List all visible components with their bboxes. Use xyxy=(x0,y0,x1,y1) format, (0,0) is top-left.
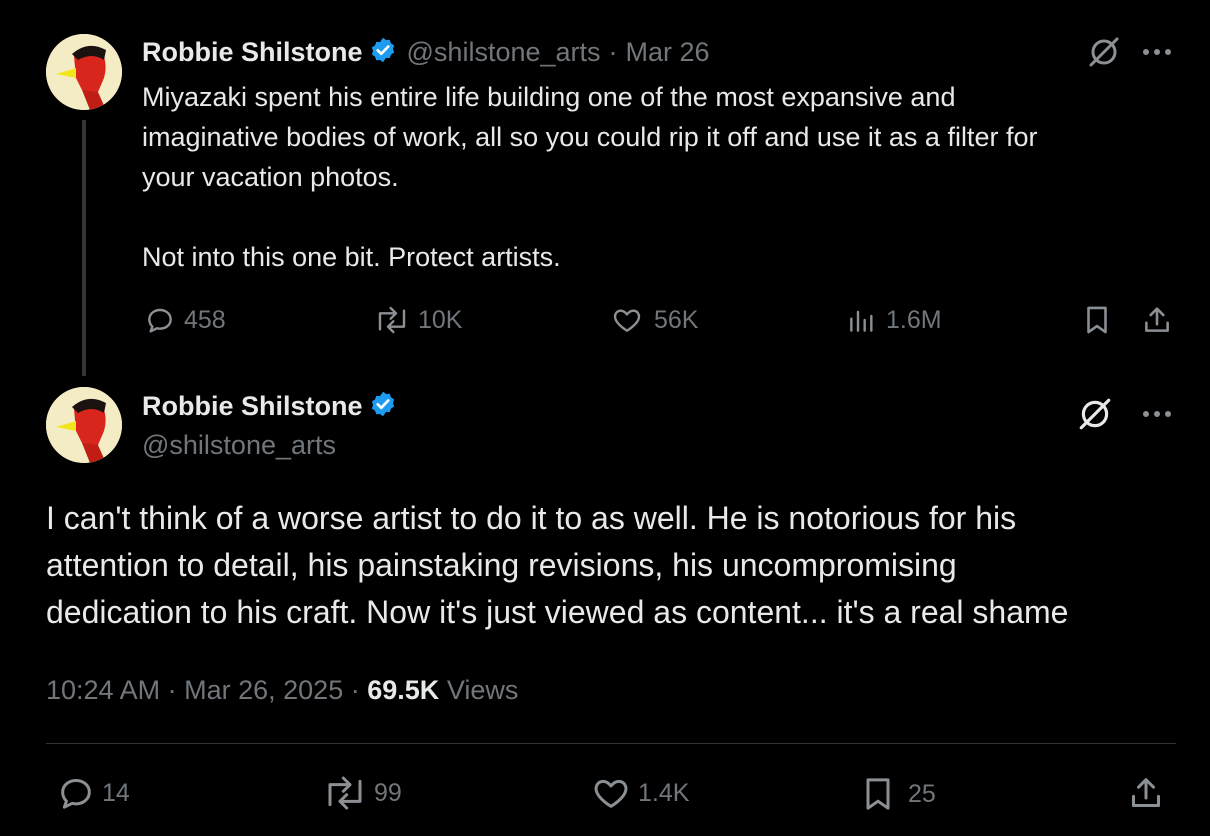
separator: · xyxy=(350,675,360,705)
tweet-full-date[interactable]: Mar 26, 2025 xyxy=(184,675,343,705)
verified-badge-icon xyxy=(369,36,397,69)
tweet-text: Miyazaki spent his entire life building … xyxy=(142,77,1037,277)
tweet-text-line: Miyazaki spent his entire life building … xyxy=(142,82,956,112)
verified-badge-icon xyxy=(369,390,397,423)
repost-button[interactable]: 99 xyxy=(320,773,402,813)
repost-count: 10K xyxy=(418,305,463,334)
reply-icon xyxy=(144,304,176,336)
tweet-text-line: Not into this one bit. Protect artists. xyxy=(142,242,561,272)
like-icon xyxy=(590,773,632,813)
reply-count: 458 xyxy=(184,305,226,334)
like-icon xyxy=(610,304,644,336)
grok-icon[interactable] xyxy=(1076,395,1114,433)
bookmark-icon xyxy=(1080,302,1114,338)
share-icon xyxy=(1140,302,1174,338)
bookmark-count: 25 xyxy=(908,779,936,808)
reply-count: 14 xyxy=(102,778,130,807)
repost-count: 99 xyxy=(374,778,402,807)
avatar[interactable] xyxy=(46,387,122,463)
reply-button[interactable]: 14 xyxy=(56,773,130,813)
bookmark-icon xyxy=(858,773,898,815)
separator: · xyxy=(167,675,177,705)
tweet-text-line: imaginative bodies of work, all so you c… xyxy=(142,122,1038,152)
views-icon xyxy=(846,304,878,336)
views-count: 1.6M xyxy=(886,305,942,334)
tweet-date[interactable]: Mar 26 xyxy=(626,37,710,68)
tweet-text-line: attention to detail, his painstaking rev… xyxy=(46,547,957,583)
repost-icon xyxy=(320,773,370,813)
tweet-meta: 10:24 AM · Mar 26, 2025 · 69.5K Views xyxy=(46,675,518,706)
views-count: 69.5K xyxy=(367,675,440,705)
like-button[interactable]: 56K xyxy=(610,304,698,336)
thread-line xyxy=(82,120,86,376)
like-count: 56K xyxy=(654,305,699,334)
separator: · xyxy=(608,37,618,67)
author-handle[interactable]: @shilstone_arts xyxy=(407,37,601,68)
author-name[interactable]: Robbie Shilstone xyxy=(142,391,363,422)
reply-button[interactable]: 458 xyxy=(144,304,226,336)
author-handle[interactable]: @shilstone_arts xyxy=(142,430,336,461)
views-label: Views xyxy=(446,675,519,705)
reply-icon xyxy=(56,773,96,813)
repost-icon xyxy=(372,304,412,336)
avatar[interactable] xyxy=(46,34,122,110)
tweet-header: Robbie Shilstone @shilstone_arts · Mar 2… xyxy=(142,36,710,69)
like-button[interactable]: 1.4K xyxy=(590,773,689,813)
tweet-time[interactable]: 10:24 AM xyxy=(46,675,160,705)
tweet-text-line: dedication to his craft. Now it's just v… xyxy=(46,594,1069,630)
tweet-text-line: I can't think of a worse artist to do it… xyxy=(46,500,1017,536)
share-button[interactable] xyxy=(1140,302,1174,338)
tweet-text: I can't think of a worse artist to do it… xyxy=(46,495,1068,636)
like-count: 1.4K xyxy=(638,778,690,807)
more-icon[interactable] xyxy=(1140,40,1174,64)
author-name[interactable]: Robbie Shilstone xyxy=(142,37,363,68)
share-button[interactable] xyxy=(1126,772,1166,814)
views-button[interactable]: 1.6M xyxy=(846,304,942,336)
bookmark-button[interactable] xyxy=(1080,302,1114,338)
repost-button[interactable]: 10K xyxy=(372,304,462,336)
grok-icon[interactable] xyxy=(1086,34,1122,70)
bookmark-button[interactable]: 25 xyxy=(858,773,936,815)
more-icon[interactable] xyxy=(1140,402,1174,426)
tweet-text-line: your vacation photos. xyxy=(142,162,399,192)
tweet-header: Robbie Shilstone xyxy=(142,390,397,423)
share-icon xyxy=(1126,772,1166,814)
divider xyxy=(46,743,1176,744)
